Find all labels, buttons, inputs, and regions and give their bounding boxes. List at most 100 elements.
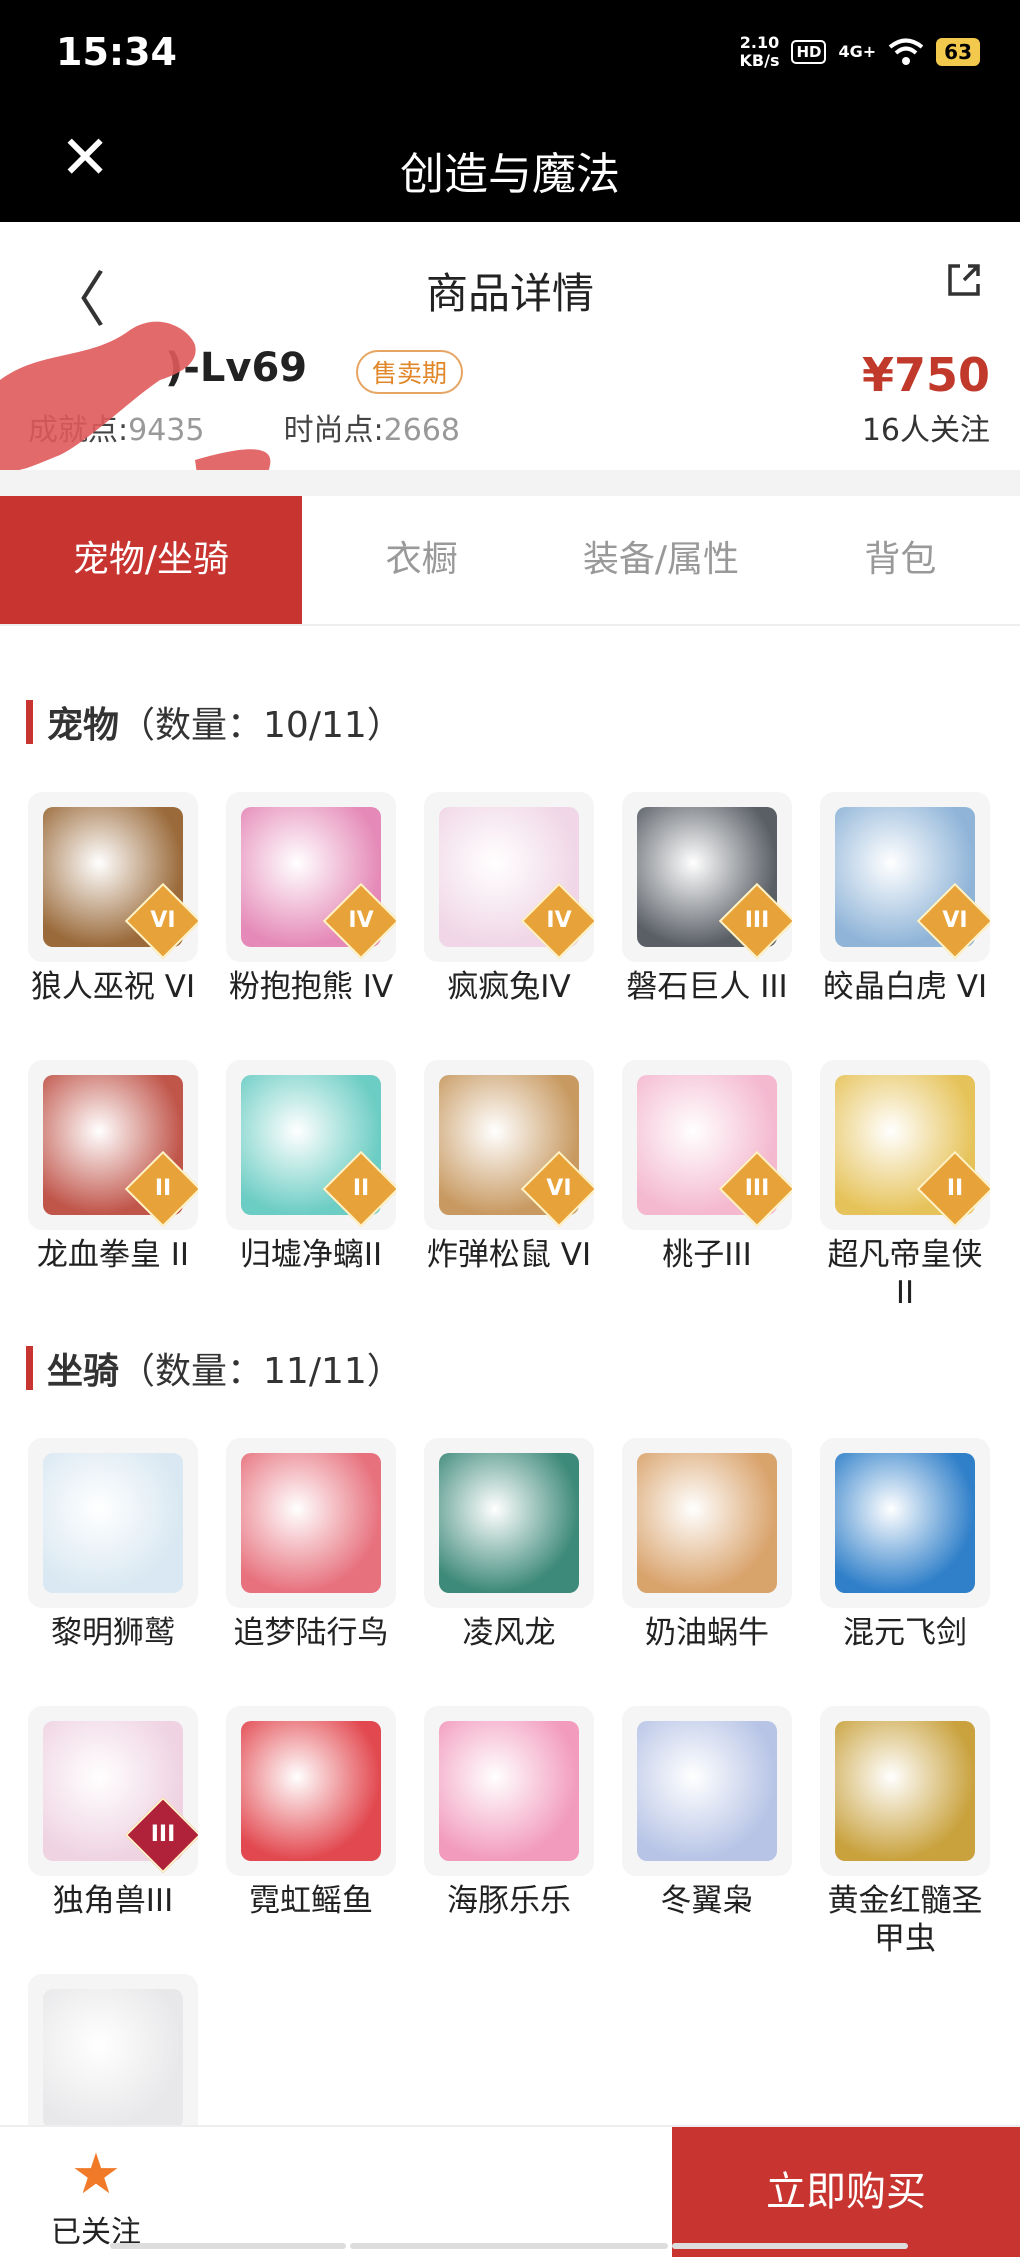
- item-thumbnail: [820, 1706, 990, 1876]
- mounts-item[interactable]: 奶油蜗牛: [622, 1438, 792, 1692]
- rank-badge-label: IV: [546, 908, 572, 933]
- item-thumbnail: [622, 1438, 792, 1608]
- item-thumbnail: II: [28, 1060, 198, 1230]
- item-label: 龙血拳皇 II: [36, 1237, 190, 1273]
- pets-item[interactable]: VI 皎晶白虎 VI: [820, 792, 990, 1046]
- rank-badge-label: VI: [546, 1176, 572, 1201]
- follower-count: 16人关注: [861, 413, 990, 448]
- pets-item[interactable]: IV 疯疯兔IV: [424, 792, 594, 1046]
- mounts-item[interactable]: 霓虹鳐鱼: [226, 1706, 396, 1960]
- item-label: 黎明狮鹫: [51, 1615, 175, 1651]
- item-label: 桃子III: [662, 1237, 752, 1273]
- item-thumbnail: [226, 1706, 396, 1876]
- item-label: 归墟净螭II: [239, 1237, 383, 1273]
- tab-backpack[interactable]: 背包: [781, 496, 1020, 624]
- item-thumbnail: [28, 1438, 198, 1608]
- item-thumbnail: [28, 1974, 198, 2144]
- pets-item[interactable]: VI 狼人巫祝 VI: [28, 792, 198, 1046]
- item-label: 冬翼枭: [660, 1883, 754, 1919]
- pets-item[interactable]: IV 粉抱抱熊 IV: [226, 792, 396, 1046]
- status-badge: 售卖期: [356, 350, 464, 394]
- net-speed-unit: KB/s: [739, 51, 780, 70]
- price: ¥750: [861, 348, 990, 402]
- mounts-item[interactable]: 追梦陆行鸟: [226, 1438, 396, 1692]
- item-thumbnail: II: [820, 1060, 990, 1230]
- pets-item[interactable]: II 超凡帝皇侠 II: [820, 1060, 990, 1314]
- section-divider: [0, 470, 1020, 496]
- rank-badge-label: II: [946, 1176, 964, 1201]
- mounts-count: （数量：11/11）: [119, 1351, 403, 1392]
- battery-icon: 63: [936, 38, 980, 66]
- rank-badge-label: II: [352, 1176, 370, 1201]
- item-label: 狼人巫祝 VI: [30, 969, 196, 1005]
- item-thumbnail: IV: [226, 792, 396, 962]
- rank-badge-label: VI: [942, 908, 968, 933]
- tab-wardrobe[interactable]: 衣橱: [302, 496, 541, 624]
- star-icon: ★: [70, 2142, 122, 2207]
- item-label: 奶油蜗牛: [645, 1615, 769, 1651]
- item-image: [241, 1721, 381, 1861]
- fashion-value: 2668: [383, 413, 461, 448]
- item-thumbnail: VI: [28, 792, 198, 962]
- item-thumbnail: III: [622, 792, 792, 962]
- mounts-grid: 黎明狮鹫 追梦陆行鸟 凌风龙 奶油蜗牛 混元飞剑 III 独角兽III 霓虹鳐鱼 海豚乐乐 冬翼枭…: [28, 1438, 998, 2228]
- home-indicator: [672, 2243, 908, 2249]
- item-label: 混元飞剑: [843, 1615, 967, 1651]
- item-label: 黄金红髓圣甲虫: [827, 1883, 983, 1957]
- mounts-heading-label: 坐骑: [47, 1351, 120, 1392]
- item-label: 凌风龙: [462, 1615, 556, 1651]
- item-thumbnail: III: [28, 1706, 198, 1876]
- pets-heading: 宠物 （数量：10/11）: [26, 696, 403, 748]
- item-image: [241, 1453, 381, 1593]
- home-indicator: [350, 2243, 668, 2249]
- pets-item[interactable]: II 龙血拳皇 II: [28, 1060, 198, 1314]
- mounts-item[interactable]: 海豚乐乐: [424, 1706, 594, 1960]
- item-thumbnail: [622, 1706, 792, 1876]
- rank-badge-label: IV: [348, 908, 374, 933]
- signal-icon: 4G+: [838, 42, 877, 61]
- follow-button[interactable]: ★ 已关注: [48, 2147, 144, 2251]
- fashion-label: 时尚点:: [283, 413, 384, 448]
- mounts-item[interactable]: 混元飞剑: [820, 1438, 990, 1692]
- pets-item[interactable]: III 桃子III: [622, 1060, 792, 1314]
- pets-item[interactable]: III 磐石巨人 III: [622, 792, 792, 1046]
- item-image: [439, 1453, 579, 1593]
- item-image: [43, 1989, 183, 2129]
- pets-item[interactable]: VI 炸弹松鼠 VI: [424, 1060, 594, 1314]
- status-bar: 15:34 2.10 KB/s HD 4G+ 63: [0, 0, 1020, 112]
- net-speed-value: 2.10: [739, 33, 780, 52]
- mounts-item[interactable]: 冬翼枭: [622, 1706, 792, 1960]
- mounts-item[interactable]: 黄金红髓圣甲虫: [820, 1706, 990, 1960]
- item-label: 超凡帝皇侠 II: [827, 1237, 983, 1311]
- rank-badge-label: II: [154, 1176, 172, 1201]
- hd-icon: HD: [791, 40, 827, 64]
- item-thumbnail: [424, 1706, 594, 1876]
- item-label: 霓虹鳐鱼: [249, 1883, 373, 1919]
- tab-pets-mounts[interactable]: 宠物/坐骑: [0, 496, 302, 624]
- item-thumbnail: [226, 1438, 396, 1608]
- mounts-item[interactable]: III 独角兽III: [28, 1706, 198, 1960]
- item-thumbnail: [424, 1438, 594, 1608]
- item-thumbnail: VI: [820, 792, 990, 962]
- share-icon[interactable]: [944, 260, 984, 300]
- app-title: 创造与魔法: [400, 149, 620, 200]
- item-image: [637, 1721, 777, 1861]
- tab-equipment[interactable]: 装备/属性: [541, 496, 780, 624]
- heading-marker: [26, 1346, 33, 1390]
- item-label: 海豚乐乐: [447, 1883, 571, 1919]
- app-bar: ✕ 创造与魔法: [0, 112, 1020, 222]
- mounts-item[interactable]: 凌风龙: [424, 1438, 594, 1692]
- pets-item[interactable]: II 归墟净螭II: [226, 1060, 396, 1314]
- item-image: [637, 1453, 777, 1593]
- item-thumbnail: [820, 1438, 990, 1608]
- item-thumbnail: II: [226, 1060, 396, 1230]
- mounts-item[interactable]: 黎明狮鹫: [28, 1438, 198, 1692]
- pets-count: （数量：10/11）: [119, 705, 403, 746]
- item-image: [439, 1721, 579, 1861]
- item-label: 追梦陆行鸟: [233, 1615, 389, 1651]
- item-thumbnail: III: [622, 1060, 792, 1230]
- heading-marker: [26, 700, 33, 744]
- rank-badge-label: III: [150, 1822, 176, 1847]
- item-label: 独角兽III: [52, 1883, 174, 1919]
- buy-now-button[interactable]: 立即购买: [672, 2127, 1020, 2257]
